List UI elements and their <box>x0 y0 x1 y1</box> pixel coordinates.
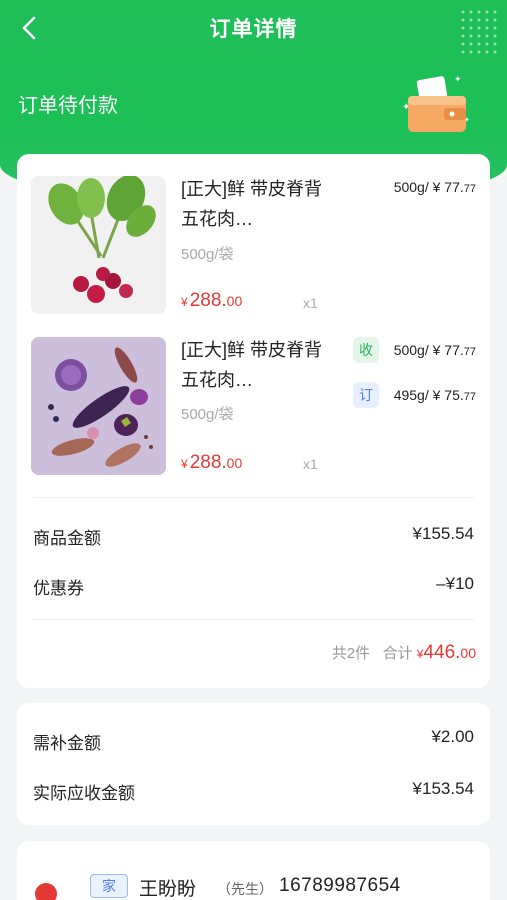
goods-amount-value: ¥155.54 <box>412 524 474 543</box>
actual-amount-label: 实际应收金额 <box>33 784 135 803</box>
coupon-label[interactable]: 优惠券 <box>33 574 84 599</box>
product-name[interactable]: [正大]鲜 带皮脊背五花肉… <box>181 174 331 234</box>
product-spec: 500g/袋 <box>181 246 234 263</box>
product-quantity: x1 <box>303 456 318 472</box>
actual-amount-value: ¥153.54 <box>412 779 474 798</box>
order-status: 订单待付款 <box>18 95 118 117</box>
payment-card: 需补金额 ¥2.00 实际应收金额 ¥153.54 <box>17 703 490 825</box>
goods-amount-label: 商品金额 <box>33 529 101 548</box>
location-pin-icon <box>35 883 57 900</box>
ordered-tag: 订 <box>353 382 379 408</box>
back-arrow-icon[interactable] <box>16 14 44 42</box>
extra-amount-value: ¥2.00 <box>431 727 474 746</box>
received-tag: 收 <box>353 337 379 363</box>
nav-bar: 订单详情 <box>0 0 507 56</box>
product-spec: 500g/袋 <box>181 406 234 423</box>
page-title: 订单详情 <box>209 18 298 41</box>
weight-price: 500g/ ¥ 77.77 <box>393 179 476 195</box>
product-price: ¥288.00 <box>181 290 243 311</box>
product-price: ¥288.00 <box>181 452 243 473</box>
divider <box>33 619 474 620</box>
contact-name: 王盼盼 <box>139 879 197 900</box>
received-weight-price: 500g/ ¥ 77.77 <box>393 342 476 358</box>
coupon-value[interactable]: –¥10 <box>436 574 474 594</box>
svg-text:✦: ✦ <box>454 75 462 85</box>
divider <box>33 497 474 498</box>
order-summary: 共2件 合计 ¥446.00 <box>331 642 476 663</box>
address-card[interactable]: 家 王盼盼 （先生） 16789987654 <box>17 841 490 900</box>
product-name[interactable]: [正大]鲜 带皮脊背五花肉… <box>181 335 331 395</box>
wallet-icon: ✦ ✦ ✦ <box>394 70 474 138</box>
product-image[interactable] <box>31 176 166 314</box>
product-quantity: x1 <box>303 295 318 311</box>
contact-phone: 16789987654 <box>279 875 401 896</box>
order-card: [正大]鲜 带皮脊背五花肉… 500g/袋 ¥288.00 x1 500g/ ¥… <box>17 154 490 688</box>
product-image[interactable] <box>31 337 166 475</box>
home-tag: 家 <box>90 874 128 898</box>
contact-title: （先生） <box>217 881 273 897</box>
ordered-weight-price: 495g/ ¥ 75.77 <box>393 387 476 403</box>
extra-amount-label: 需补金额 <box>33 734 101 753</box>
